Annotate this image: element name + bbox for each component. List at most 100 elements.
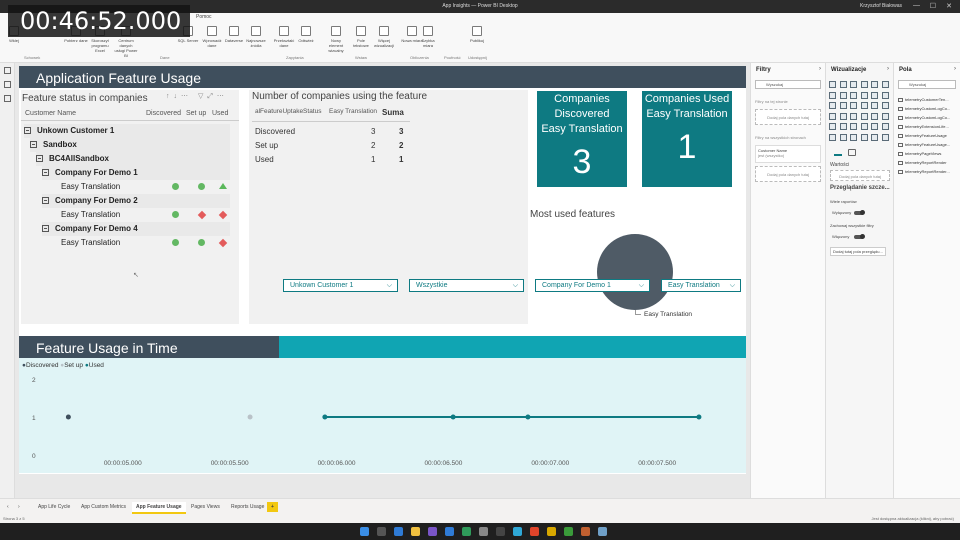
visual-type-icon[interactable] [881, 123, 889, 130]
update-notice[interactable]: Jest dostępna aktualizacja (kliknij, aby… [872, 516, 955, 521]
environment-slicer[interactable]: Wszystkie ⌵ [409, 279, 524, 292]
visual-type-icon[interactable] [829, 102, 836, 109]
tab-app-custom-metrics[interactable]: App Custom Metrics [77, 502, 130, 512]
company-slicer[interactable]: Company For Demo 1 ⌵ [535, 279, 650, 292]
prev-page-icon[interactable]: ‹ [3, 502, 13, 512]
keep-filters-toggle[interactable] [854, 234, 865, 239]
minimize-icon[interactable]: — [913, 2, 920, 9]
customer-filter-card[interactable]: Customer Name jest (wszystko) [755, 145, 821, 163]
data-point[interactable] [247, 414, 253, 420]
collapse-icon[interactable] [42, 169, 49, 177]
start-icon[interactable] [360, 527, 369, 536]
filter-drop-zone[interactable]: Dodaj pola danych tutaj [755, 166, 821, 182]
card-used[interactable]: Companies Used Easy Translation 1 [642, 91, 732, 187]
dataverse-button[interactable]: Dataverse [222, 26, 246, 43]
visual-type-icon[interactable] [850, 91, 857, 99]
data-point[interactable] [322, 414, 328, 420]
visual-type-icon[interactable] [871, 102, 878, 109]
tab-app-feature-usage[interactable]: App Feature Usage [132, 502, 186, 514]
recent-sources-button[interactable]: Najnowsze źródła [244, 26, 268, 48]
visual-type-icon[interactable] [881, 91, 889, 99]
visual-type-icon[interactable] [839, 112, 847, 120]
more-visuals-button[interactable]: Więcej wizualizacji [372, 26, 396, 48]
app-icon[interactable] [496, 527, 505, 536]
field-table-item[interactable]: telemetryPageViews [898, 151, 941, 156]
visual-type-icon[interactable] [881, 81, 889, 88]
powerbi-icon[interactable] [547, 527, 556, 536]
visual-type-icon[interactable] [839, 81, 847, 88]
visual-type-icon[interactable] [850, 102, 857, 109]
field-table-item[interactable]: telemetryCustomerTen... [898, 97, 949, 102]
visual-type-icon[interactable] [860, 81, 868, 88]
tab-reports-usage[interactable]: Reports Usage [227, 502, 268, 512]
app-icon[interactable] [479, 527, 488, 536]
visual-type-icon[interactable] [871, 133, 878, 141]
visual-type-icon[interactable] [850, 81, 857, 88]
tab-app-life-cycle[interactable]: App Life Cycle [34, 502, 74, 512]
user-name[interactable]: Krzysztof Białowas [860, 3, 902, 9]
app-icon[interactable] [564, 527, 573, 536]
filter-search-input[interactable]: Wyszukaj [755, 80, 821, 89]
visual-type-icon[interactable] [860, 102, 868, 109]
tree-row[interactable]: Company For Demo 2 [42, 194, 230, 208]
field-table-item[interactable]: telemetryExtensionLife... [898, 124, 949, 129]
refresh-button[interactable]: Odśwież [294, 26, 318, 43]
visual-type-icon[interactable] [829, 112, 836, 120]
visual-type-icon[interactable] [829, 81, 836, 88]
format-icon[interactable] [848, 149, 856, 156]
feature-slicer[interactable]: Easy Translation ⌵ [661, 279, 741, 292]
tab-pages-views[interactable]: Pages Views [187, 502, 224, 512]
build-visual-icon[interactable] [834, 149, 842, 156]
visual-type-icon[interactable] [829, 123, 836, 130]
app-icon[interactable] [428, 527, 437, 536]
cross-report-toggle[interactable] [854, 210, 865, 215]
explorer-icon[interactable] [411, 527, 420, 536]
vscode-icon[interactable] [394, 527, 403, 536]
enter-data-button[interactable]: Wprowadź dane [200, 26, 224, 48]
collapse-pane-icon[interactable]: › [819, 66, 821, 72]
app-icon[interactable] [530, 527, 539, 536]
tree-row[interactable]: Company For Demo 1 [42, 166, 230, 180]
data-point[interactable] [65, 414, 71, 420]
app-icon[interactable] [462, 527, 471, 536]
search-icon[interactable] [377, 527, 386, 536]
visual-type-icon[interactable] [871, 123, 878, 130]
pie-slice[interactable] [597, 234, 673, 310]
visual-type-icon[interactable] [850, 112, 857, 120]
visual-type-icon[interactable] [871, 112, 878, 120]
field-table-item[interactable]: telemetryReportRender... [898, 169, 950, 174]
visual-type-icon[interactable] [839, 133, 847, 141]
visual-type-icon[interactable] [871, 81, 878, 88]
field-table-item[interactable]: telemetryCustomLogCo... [898, 115, 950, 120]
visual-type-icon[interactable] [860, 123, 868, 130]
collapse-icon[interactable] [24, 127, 31, 135]
visual-header-icons[interactable]: ↑↓⋯ ▽⤢⋯ [166, 92, 228, 101]
visual-type-icon[interactable] [839, 123, 847, 130]
new-visual-button[interactable]: Nowy element wizualny [324, 26, 348, 53]
visual-type-icon[interactable] [850, 123, 857, 130]
visual-type-icon[interactable] [881, 102, 889, 109]
quick-measure-button[interactable]: Szybka miara [416, 26, 440, 48]
report-view-icon[interactable] [4, 67, 11, 74]
data-point[interactable] [525, 414, 531, 420]
filter-drop-zone[interactable]: Dodaj pola danych tutaj [755, 109, 821, 125]
field-table-item[interactable]: telemetryFeatureUsage... [898, 142, 950, 147]
model-view-icon[interactable] [4, 95, 11, 102]
ribbon-tab-help[interactable]: Pomoc [196, 14, 212, 20]
maximize-icon[interactable]: ☐ [930, 2, 936, 10]
app-icon[interactable] [581, 527, 590, 536]
collapse-icon[interactable] [30, 141, 37, 149]
visual-type-icon[interactable] [871, 91, 878, 99]
tree-row[interactable]: Company For Demo 4 [42, 222, 230, 236]
next-page-icon[interactable]: › [14, 502, 24, 512]
collapse-pane-icon[interactable]: › [887, 66, 889, 72]
collapse-icon[interactable] [36, 155, 43, 163]
field-search-input[interactable]: Wyszukaj [898, 80, 956, 89]
app-icon[interactable] [598, 527, 607, 536]
tree-row[interactable]: Unkown Customer 1 [24, 124, 230, 138]
app-icon[interactable] [513, 527, 522, 536]
card-discovered[interactable]: Companies Discovered Easy Translation 3 [537, 91, 627, 187]
tree-row[interactable]: Sandbox [30, 138, 230, 152]
drillthrough-drop-zone[interactable]: Dodaj tutaj pola przeglądu... [830, 247, 886, 256]
publish-button[interactable]: Publikuj [465, 26, 489, 43]
